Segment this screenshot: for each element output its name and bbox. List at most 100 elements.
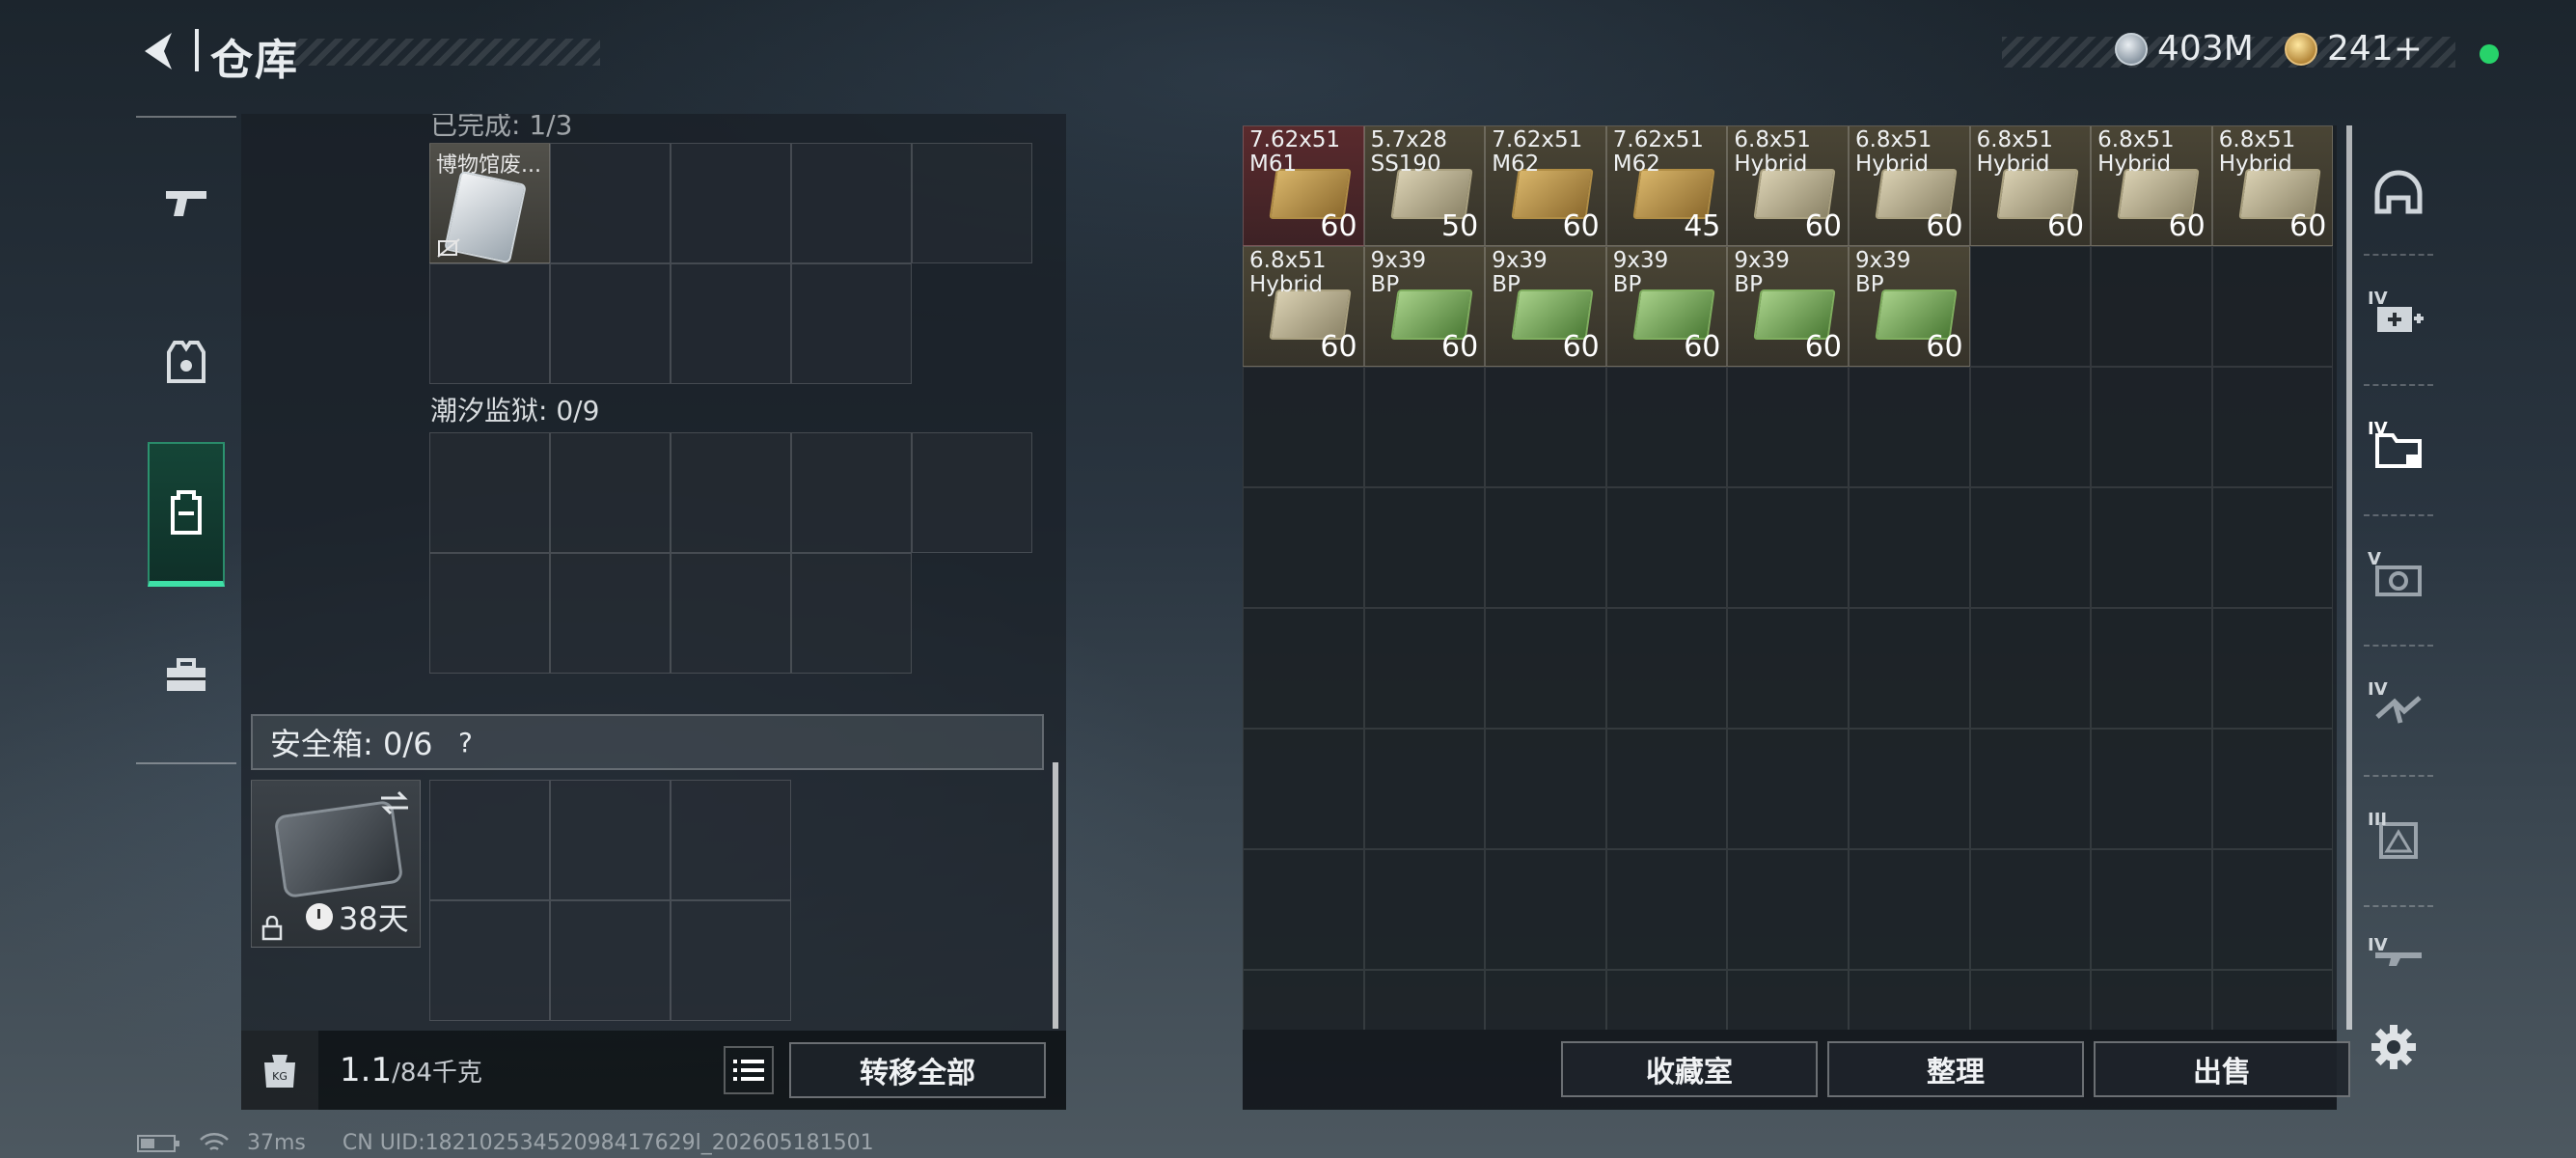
grid-slot[interactable] (671, 263, 791, 384)
tool-folder[interactable]: IV (2354, 396, 2443, 502)
sort-button[interactable]: 整理 (1827, 1041, 2084, 1097)
stash-slot[interactable] (1243, 729, 1364, 849)
stash-scrollbar[interactable] (2346, 125, 2352, 1030)
back-arrow-icon[interactable] (135, 27, 183, 75)
tab-equipment[interactable] (148, 290, 225, 434)
grid-slot[interactable] (429, 263, 550, 384)
tool-weapon[interactable]: IV (2354, 912, 2443, 999)
tab-weapons[interactable] (148, 130, 225, 275)
grid-slot[interactable] (550, 263, 671, 384)
settings-gear-icon[interactable] (2370, 1023, 2418, 1071)
grid-slot[interactable] (791, 432, 912, 553)
tool-pliers[interactable]: IV (2354, 656, 2443, 762)
ammo-item[interactable]: 6.8x51 Hybrid 60 (1243, 246, 1364, 367)
ammo-item[interactable]: 9x39 BP 60 (1485, 246, 1606, 367)
grid-slot[interactable] (550, 432, 671, 553)
ammo-item[interactable]: 6.8x51 Hybrid 60 (1727, 125, 1849, 246)
swap-icon[interactable] (377, 788, 412, 817)
stash-slot[interactable] (2091, 608, 2212, 729)
stash-slot[interactable] (1605, 729, 1728, 849)
grid-slot[interactable] (912, 143, 1032, 263)
stash-slot[interactable] (1363, 367, 1486, 487)
stash-slot[interactable] (2211, 367, 2334, 487)
stash-slot[interactable] (1605, 849, 1728, 970)
tool-mapbox[interactable]: III (2354, 786, 2443, 893)
grid-slot[interactable] (550, 780, 671, 900)
stash-slot[interactable] (1969, 487, 2092, 608)
ammo-item[interactable]: 9x39 BP 60 (1727, 246, 1849, 367)
stash-slot[interactable] (1243, 367, 1364, 487)
stash-slot[interactable] (1727, 487, 1849, 608)
stash-slot[interactable] (2211, 970, 2334, 1030)
grid-slot[interactable] (671, 780, 791, 900)
stash-slot[interactable] (2091, 367, 2212, 487)
tab-toolbox[interactable] (148, 603, 225, 748)
stash-slot[interactable] (1727, 849, 1849, 970)
tool-camera[interactable]: V (2354, 526, 2443, 632)
ammo-item[interactable]: 9x39 BP 60 (1363, 246, 1486, 367)
stash-slot[interactable] (1485, 849, 1606, 970)
grid-slot[interactable] (791, 553, 912, 674)
grid-slot[interactable] (671, 900, 791, 1021)
grid-slot[interactable] (791, 143, 912, 263)
stash-slot[interactable] (2211, 246, 2334, 367)
ammo-item[interactable]: 9x39 BP 60 (1605, 246, 1728, 367)
grid-slot[interactable] (671, 143, 791, 263)
ammo-item[interactable]: 6.8x51 Hybrid 60 (1848, 125, 1970, 246)
help-icon[interactable]: ? (446, 723, 484, 761)
stash-slot[interactable] (1605, 367, 1728, 487)
grid-slot[interactable] (791, 263, 912, 384)
grid-slot[interactable] (671, 432, 791, 553)
stash-slot[interactable] (1848, 970, 1970, 1030)
stash-slot[interactable] (1243, 608, 1364, 729)
ammo-item[interactable]: 7.62x51 M62 60 (1485, 125, 1606, 246)
stash-slot[interactable] (1485, 608, 1606, 729)
stash-slot[interactable] (1243, 970, 1364, 1030)
stash-slot[interactable] (1605, 487, 1728, 608)
stash-slot[interactable] (2211, 487, 2334, 608)
stash-slot[interactable] (1363, 970, 1486, 1030)
stash-slot[interactable] (1848, 729, 1970, 849)
stash-slot[interactable] (1969, 367, 2092, 487)
currency-gold[interactable]: 241+ (2285, 29, 2423, 69)
stash-slot[interactable] (2091, 849, 2212, 970)
stash-slot[interactable] (1605, 970, 1728, 1030)
stash-slot[interactable] (2091, 729, 2212, 849)
grid-slot[interactable] (671, 553, 791, 674)
ammo-item[interactable]: 7.62x51 M61 60 (1243, 125, 1364, 246)
stash-slot[interactable] (1363, 729, 1486, 849)
stash-slot[interactable] (1485, 367, 1606, 487)
tool-helmet[interactable] (2354, 140, 2443, 246)
tool-medkit[interactable]: IV (2354, 265, 2443, 372)
stash-slot[interactable] (1605, 608, 1728, 729)
stash-slot[interactable] (1969, 729, 2092, 849)
stash-slot[interactable] (1485, 729, 1606, 849)
grid-slot[interactable] (912, 432, 1032, 553)
stash-slot[interactable] (1485, 487, 1606, 608)
stash-slot[interactable] (2091, 246, 2212, 367)
stash-slot[interactable] (1243, 849, 1364, 970)
ammo-item[interactable]: 7.62x51 M62 45 (1605, 125, 1728, 246)
ammo-item[interactable]: 6.8x51 Hybrid 60 (2211, 125, 2334, 246)
stash-slot[interactable] (1848, 487, 1970, 608)
stash-slot[interactable] (1848, 608, 1970, 729)
collection-room-button[interactable]: 收藏室 (1561, 1041, 1818, 1097)
grid-slot[interactable] (550, 553, 671, 674)
grid-slot[interactable] (429, 432, 550, 553)
stash-slot[interactable] (1727, 367, 1849, 487)
ammo-item[interactable]: 5.7x28 SS190 50 (1363, 125, 1486, 246)
stash-slot[interactable] (1363, 849, 1486, 970)
stash-slot[interactable] (2091, 487, 2212, 608)
stash-slot[interactable] (1969, 849, 2092, 970)
grid-slot[interactable] (429, 553, 550, 674)
stash-slot[interactable] (1727, 608, 1849, 729)
stash-slot[interactable] (1848, 849, 1970, 970)
ammo-item[interactable]: 9x39 BP 60 (1848, 246, 1970, 367)
stash-slot[interactable] (1363, 487, 1486, 608)
stash-slot[interactable] (2211, 849, 2334, 970)
backpack-scrollbar[interactable] (1053, 762, 1058, 1029)
stash-slot[interactable] (1969, 970, 2092, 1030)
stash-slot[interactable] (1969, 246, 2092, 367)
stash-slot[interactable] (1969, 608, 2092, 729)
stash-slot[interactable] (1485, 970, 1606, 1030)
